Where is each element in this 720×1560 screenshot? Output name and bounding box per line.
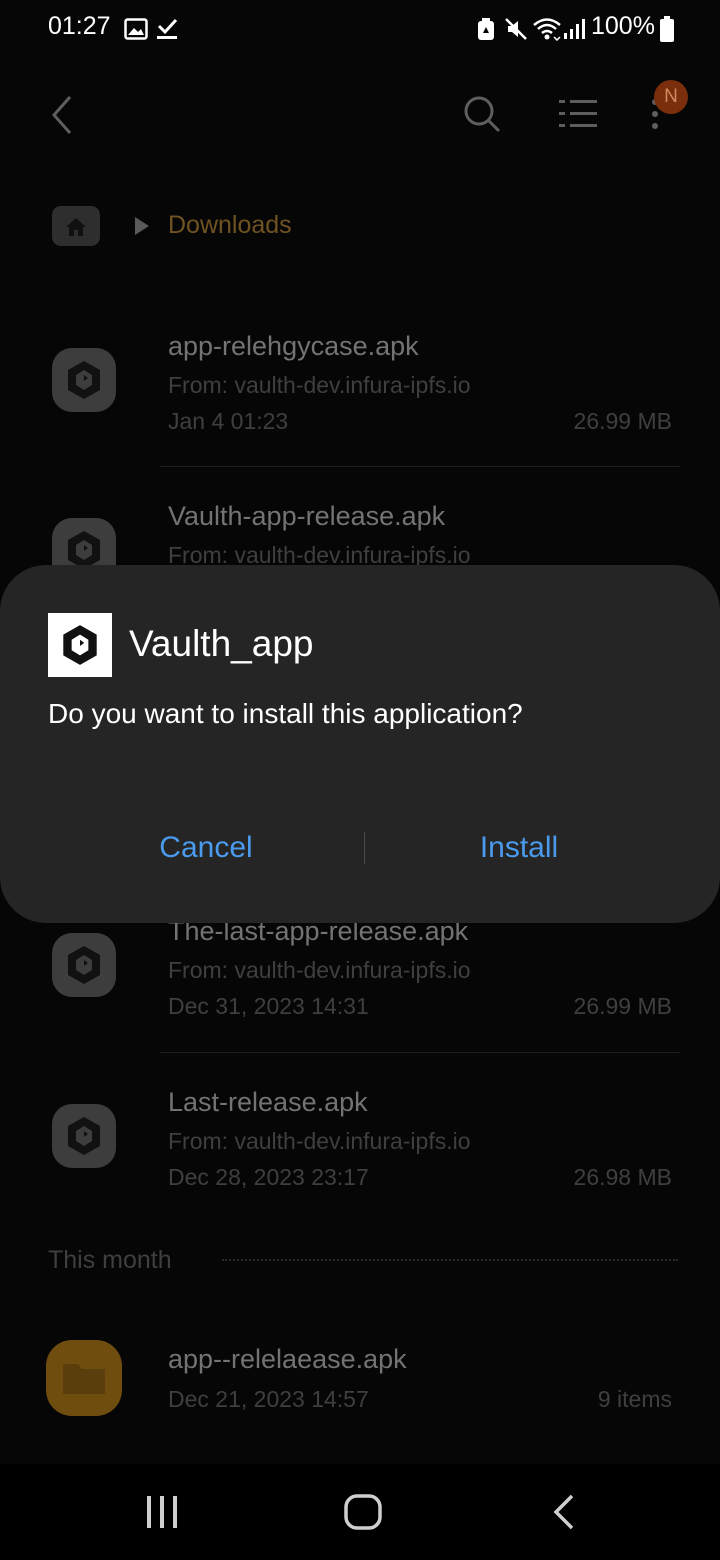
file-source: From: vaulth-dev.infura-ipfs.io (168, 542, 471, 565)
folder-date: Dec 21, 2023 14:57 (168, 1386, 369, 1412)
file-size: 26.98 MB (573, 1164, 672, 1190)
apk-file-icon (52, 1104, 116, 1168)
folder-name: app--relelaease.apk (168, 1344, 407, 1374)
file-size: 26.99 MB (573, 408, 672, 434)
back-nav-icon[interactable] (552, 1494, 576, 1530)
divider (160, 466, 680, 467)
list-view-icon[interactable] (559, 98, 597, 130)
file-date: Jan 4 01:23 (168, 408, 289, 434)
folder-row[interactable]: app--relelaease.apk Dec 21, 2023 14:57 9… (0, 1330, 720, 1430)
navigation-bar (0, 1464, 720, 1560)
back-icon[interactable] (50, 95, 74, 135)
folder-item-count: 9 items (597, 1386, 672, 1412)
image-icon (124, 18, 148, 40)
file-source: From: vaulth-dev.infura-ipfs.io (168, 1128, 471, 1154)
signal-icon (564, 19, 585, 39)
dialog-message: Do you want to install this application? (48, 698, 523, 729)
recent-apps-icon[interactable] (145, 1496, 179, 1528)
file-size: 26.99 MB (573, 993, 672, 1019)
file-row[interactable]: app-relehgycase.apk From: vaulth-dev.inf… (0, 320, 720, 460)
home-button[interactable] (52, 206, 100, 246)
file-row[interactable]: Vaulth-app-release.apk From: vaulth-dev.… (0, 490, 720, 565)
button-separator (364, 832, 365, 864)
dialog-title: Vaulth_app (129, 623, 314, 664)
divider (160, 1052, 680, 1053)
wifi-icon (533, 18, 561, 41)
recycle-icon (478, 18, 494, 40)
app-icon (48, 613, 112, 677)
battery-icon (660, 16, 674, 42)
breadcrumb-downloads[interactable]: Downloads (168, 211, 292, 240)
download-done-icon (157, 18, 178, 39)
home-icon (66, 218, 86, 236)
file-name: app-relehgycase.apk (168, 331, 419, 361)
file-date: Dec 31, 2023 14:31 (168, 993, 369, 1019)
file-row[interactable]: The-last-app-release.apk From: vaulth-de… (0, 905, 720, 1045)
file-source: From: vaulth-dev.infura-ipfs.io (168, 372, 471, 398)
home-nav-icon[interactable] (344, 1494, 382, 1530)
notification-badge[interactable]: N (654, 80, 688, 114)
breadcrumb-arrow-icon (135, 217, 149, 235)
status-time: 01:27 (48, 12, 111, 40)
section-divider (222, 1259, 678, 1261)
file-date: Dec 28, 2023 23:17 (168, 1164, 369, 1190)
file-row[interactable]: Last-release.apk From: vaulth-dev.infura… (0, 1076, 720, 1216)
apk-file-icon (52, 518, 116, 565)
cancel-button[interactable]: Cancel (56, 815, 356, 881)
file-name: Last-release.apk (168, 1087, 368, 1117)
folder-icon (46, 1340, 122, 1416)
section-header: This month (48, 1246, 172, 1274)
battery-percent: 100% (591, 12, 655, 40)
install-dialog: Vaulth_app Do you want to install this a… (0, 565, 720, 923)
status-bar: 01:27 100% (0, 0, 720, 60)
file-source: From: vaulth-dev.infura-ipfs.io (168, 957, 471, 983)
mute-icon (505, 18, 527, 40)
file-name: Vaulth-app-release.apk (168, 501, 446, 531)
install-button[interactable]: Install (369, 815, 669, 881)
apk-file-icon (52, 348, 116, 412)
search-icon[interactable] (463, 95, 501, 133)
apk-file-icon (52, 933, 116, 997)
